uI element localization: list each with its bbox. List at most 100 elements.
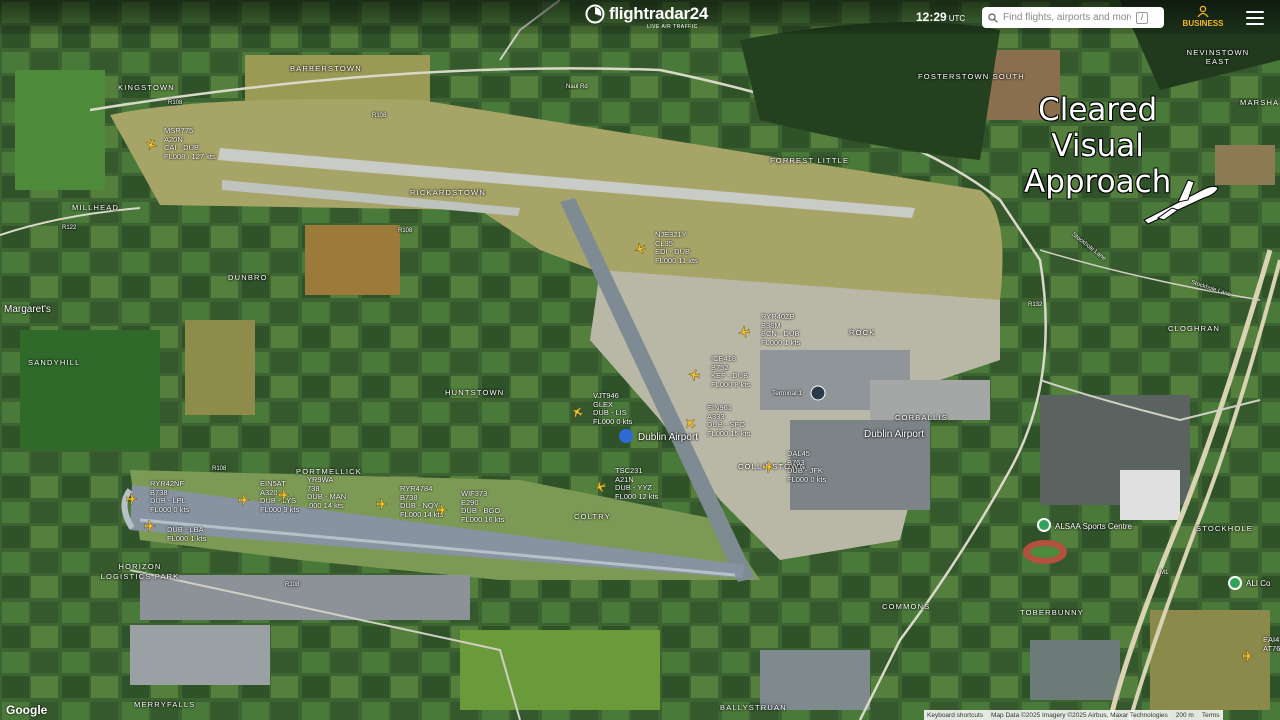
place-label: Margaret's: [4, 304, 51, 315]
flight-alt: FL000 1 kts: [761, 337, 801, 347]
flight-alt: FL000 11 kts: [655, 255, 698, 265]
overlay-plane-icon: [1143, 179, 1219, 225]
scale-bar[interactable]: 200 m: [1176, 712, 1194, 719]
brand-tagline: LIVE AIR TRAFFIC: [647, 24, 698, 30]
road-label: R108: [372, 113, 387, 119]
place-label: MARSHA: [1240, 98, 1280, 107]
flight-label[interactable]: DAL45 B763 DUB - JFK FL000 0 kts: [787, 449, 827, 484]
flight-alt: FL000 0 kts: [593, 416, 633, 426]
flight-label[interactable]: EIN961 A333 DUB - SFO FL000 15 kts: [707, 403, 751, 438]
aircraft-icon[interactable]: [737, 325, 751, 339]
aircraft-icon[interactable]: [238, 494, 250, 506]
place-label: BALLYSTRUAN: [720, 703, 787, 712]
user-icon: [1197, 5, 1209, 18]
flight-alt: FL000 0 kts: [787, 474, 827, 484]
poi-label: ALSAA Sports Centre: [1055, 522, 1132, 531]
place-label: NEVINSTOWN EAST: [1186, 48, 1250, 66]
aircraft-icon[interactable]: [278, 489, 290, 501]
flight-label[interactable]: RYR42NF B738 DUB - LPL FL000 0 kts: [150, 479, 190, 514]
flight-alt: FL000 9 kts: [260, 504, 300, 514]
place-label: KINGSTOWN: [118, 83, 175, 92]
sports-centre-marker[interactable]: [1037, 518, 1051, 532]
poi-marker[interactable]: [1228, 576, 1242, 590]
aircraft-icon[interactable]: [763, 461, 775, 473]
flight-label[interactable]: EAI4 AT76: [1263, 635, 1280, 653]
menu-button[interactable]: [1246, 11, 1264, 25]
place-label: HORIZON LOGISTICS PARK: [100, 562, 180, 581]
flight-alt: FL000 12 kts: [615, 491, 659, 501]
road-label: R108: [168, 100, 183, 106]
aircraft-icon[interactable]: [144, 520, 156, 532]
search-box[interactable]: /: [982, 7, 1164, 28]
place-label: Terminal 1: [772, 390, 802, 397]
flight-label[interactable]: TSC231 A21N DUB - YYZ FL000 12 kts: [615, 466, 659, 501]
road-label: R122: [62, 225, 77, 231]
place-label: HUNTSTOWN: [445, 388, 505, 397]
place-label: CORBALLIS: [895, 413, 948, 422]
clock-zone: UTC: [948, 14, 966, 23]
terms-link[interactable]: Terms: [1202, 712, 1220, 719]
place-label: SANDYHILL: [28, 358, 81, 367]
brand-name: flightradar24: [609, 4, 709, 23]
road-label: R108: [285, 582, 300, 588]
flight-label[interactable]: RYR40ZB B38M BCN - DUB FL000 1 kts: [761, 312, 801, 347]
flight-label[interactable]: ICE418 B752 KEF - DUB FL000 8 kts: [711, 354, 751, 389]
flight-alt: FL000 0 kts: [150, 504, 190, 514]
top-bar: flightradar24 LIVE AIR TRAFFIC 12:29 UTC …: [0, 0, 1280, 34]
place-label: COMMONS: [882, 602, 931, 611]
map-attribution: Keyboard shortcuts Map Data ©2025 Imager…: [924, 710, 1223, 720]
place-label: FORREST LITTLE: [770, 156, 850, 165]
place-label: Dublin Airport: [864, 429, 925, 440]
search-shortcut-key: /: [1136, 11, 1148, 24]
road-label: M1: [1160, 570, 1169, 576]
aircraft-icon[interactable]: [1242, 650, 1254, 662]
brand-logo[interactable]: flightradar24 LIVE AIR TRAFFIC: [585, 4, 709, 30]
flight-alt: .000 14 kts: [307, 500, 344, 510]
flight-label[interactable]: DUB - LBA FL000 1 kts: [167, 525, 207, 543]
flight-label[interactable]: NJE321Y CL35 EDI - DUB FL000 11 kts: [655, 230, 698, 265]
flight-alt: FL000 8 kts: [711, 379, 751, 389]
radar-logo-icon: [585, 4, 605, 24]
poi-label: ALI Co: [1246, 579, 1271, 588]
place-label: TOBERBUNNY: [1020, 608, 1084, 617]
flight-label[interactable]: MSR775 A20N CAI - DUB FL008 \ 127 kts: [164, 126, 216, 161]
keyboard-shortcuts-link[interactable]: Keyboard shortcuts: [927, 712, 983, 719]
utc-clock: 12:29 UTC: [916, 10, 965, 24]
aircraft-icon[interactable]: [376, 498, 388, 510]
aircraft-icon[interactable]: [126, 493, 138, 505]
clock-time: 12:29: [916, 10, 947, 24]
flight-type: AT76: [1263, 643, 1280, 653]
road-label: R108: [212, 466, 227, 472]
place-label: COLTRY: [574, 512, 611, 521]
hamburger-icon: [1246, 11, 1264, 13]
place-label: MERRYFALLS: [134, 700, 196, 709]
place-label: BARBERSTOWN: [290, 64, 362, 73]
flight-label[interactable]: WIF373 E290 DUB - BGO FL000 16 kts: [461, 489, 505, 524]
aircraft-icon[interactable]: [436, 504, 448, 516]
search-input[interactable]: [1003, 12, 1131, 23]
place-label: DUNBRO: [228, 273, 268, 282]
business-label: BUSINESS: [1182, 19, 1224, 28]
flight-label[interactable]: YR9WA 738 DUB - MAN .000 14 kts: [307, 475, 346, 510]
place-label: STOCKHOLE: [1196, 524, 1253, 533]
overlay-line-1: Cleared: [1038, 92, 1158, 128]
search-icon: [988, 12, 998, 23]
place-label: CLOGHRAN: [1168, 324, 1221, 333]
airport-label[interactable]: Dublin Airport: [638, 432, 698, 443]
map-data-credit: Map Data ©2025 Imagery ©2025 Airbus, Max…: [991, 711, 1168, 719]
place-label: FOSTERSTOWN SOUTH: [918, 72, 1025, 81]
road-label: R108: [398, 228, 413, 234]
business-button[interactable]: BUSINESS: [1182, 5, 1224, 28]
flight-label[interactable]: VJT946 GLEX DUB - LIS FL000 0 kts: [593, 391, 633, 426]
flight-alt: FL000 1 kts: [167, 533, 207, 543]
place-label: ROCK: [849, 328, 876, 337]
aircraft-icon[interactable]: [687, 368, 701, 382]
flight-alt: FL000 15 kts: [707, 428, 751, 438]
overlay-line-2: Visual: [1051, 128, 1144, 164]
google-logo: Google: [6, 703, 48, 717]
flight-alt: FL000 16 kts: [461, 514, 505, 524]
road-label: Naul Rd: [566, 84, 588, 90]
place-label: MILLHEAD: [72, 203, 120, 212]
place-label: RICKARDSTOWN: [410, 188, 486, 197]
road-label: R132: [1028, 302, 1043, 308]
